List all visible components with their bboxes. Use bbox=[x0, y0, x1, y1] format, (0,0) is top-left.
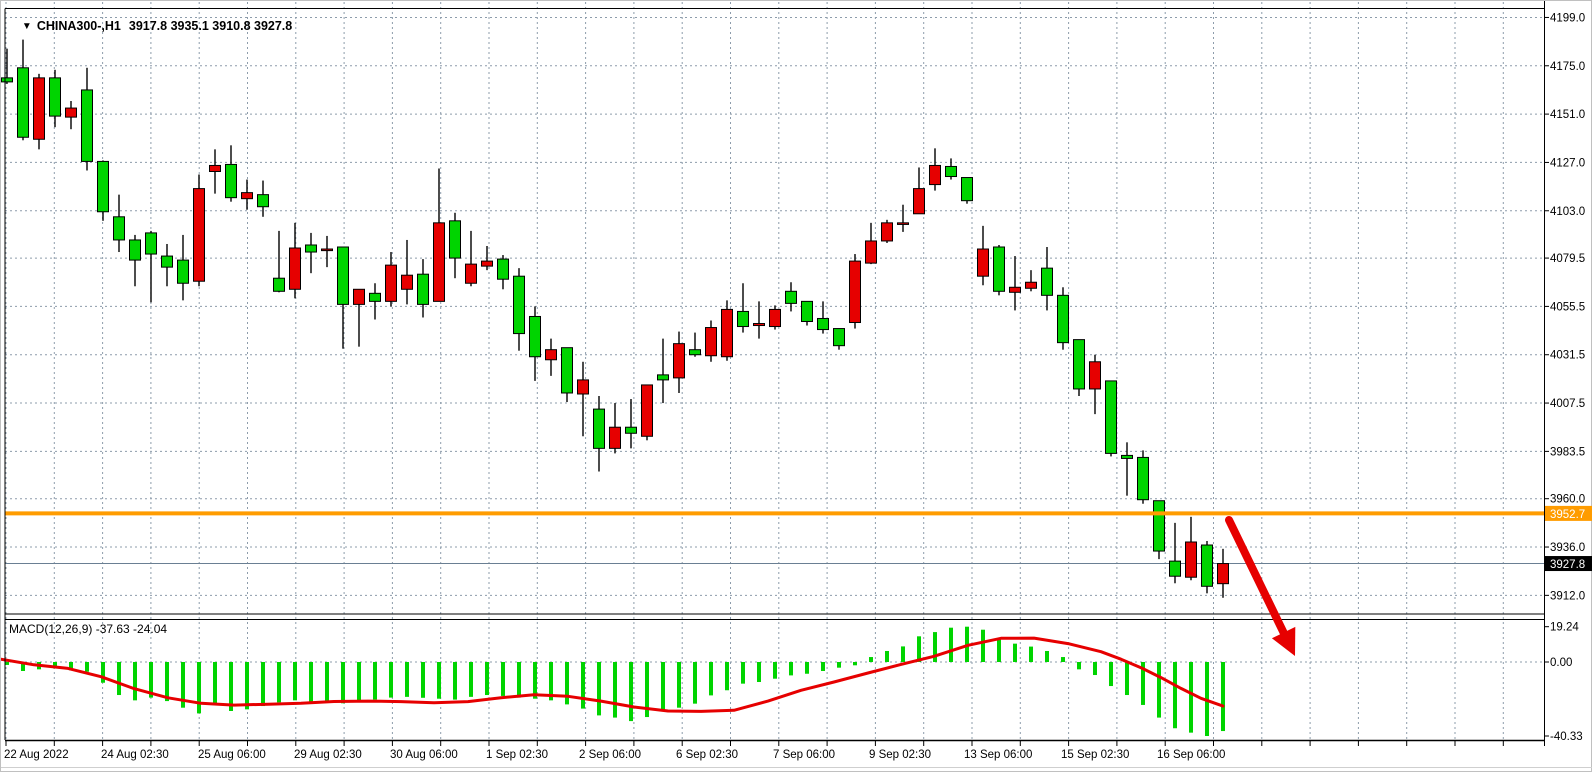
svg-text:6 Sep 02:30: 6 Sep 02:30 bbox=[676, 749, 738, 761]
chart-window: 4199.0 4175.0 4151.0 4127.0 4103.0 4079.5 4055… bbox=[0, 0, 1592, 772]
svg-text:15 Sep 02:30: 15 Sep 02:30 bbox=[1061, 749, 1129, 761]
svg-text:30 Aug 06:00: 30 Aug 06:00 bbox=[390, 749, 458, 761]
trend-arrow-annotation bbox=[1229, 520, 1295, 656]
svg-text:-40.33: -40.33 bbox=[1550, 731, 1583, 743]
current-price-tag: 3927.8 bbox=[1545, 556, 1592, 571]
chart-canvas[interactable]: 4199.0 4175.0 4151.0 4127.0 4103.0 4079.5 4055… bbox=[1, 1, 1592, 773]
svg-text:4055.5: 4055.5 bbox=[1550, 301, 1585, 313]
svg-text:4031.5: 4031.5 bbox=[1550, 350, 1585, 362]
gridlines bbox=[5, 2, 1544, 740]
svg-text:9 Sep 02:30: 9 Sep 02:30 bbox=[869, 749, 931, 761]
svg-text:3952.7: 3952.7 bbox=[1550, 509, 1585, 521]
svg-text:19.24: 19.24 bbox=[1550, 622, 1579, 634]
chart-title: ▼ CHINA300-,H1 3917.8 3935.1 3910.8 3927.8 bbox=[8, 5, 292, 47]
svg-text:4007.5: 4007.5 bbox=[1550, 398, 1585, 410]
svg-text:16 Sep 06:00: 16 Sep 06:00 bbox=[1157, 749, 1225, 761]
macd-axis: 19.24 0.00 -40.33 bbox=[1544, 622, 1583, 743]
svg-text:29 Aug 02:30: 29 Aug 02:30 bbox=[294, 749, 362, 761]
svg-text:4127.0: 4127.0 bbox=[1550, 157, 1585, 169]
svg-text:4103.0: 4103.0 bbox=[1550, 206, 1585, 218]
svg-text:4199.0: 4199.0 bbox=[1550, 12, 1585, 24]
orange-price-tag: 3952.7 bbox=[1545, 506, 1592, 521]
svg-text:4079.5: 4079.5 bbox=[1550, 253, 1585, 265]
svg-text:25 Aug 06:00: 25 Aug 06:00 bbox=[198, 749, 266, 761]
svg-text:13 Sep 06:00: 13 Sep 06:00 bbox=[964, 749, 1032, 761]
svg-text:1 Sep 02:30: 1 Sep 02:30 bbox=[486, 749, 548, 761]
time-axis: 22 Aug 2022 24 Aug 02:30 25 Aug 06:00 29 Au… bbox=[1, 741, 1592, 768]
svg-text:3927.8: 3927.8 bbox=[1550, 559, 1585, 571]
svg-text:3960.0: 3960.0 bbox=[1550, 494, 1585, 506]
svg-text:3936.0: 3936.0 bbox=[1550, 542, 1585, 554]
svg-text:7 Sep 06:00: 7 Sep 06:00 bbox=[773, 749, 835, 761]
title-ohlc-values: 3917.8 3935.1 3910.8 3927.8 bbox=[129, 19, 292, 33]
macd-indicator-label: MACD(12,26,9) -37.63 -24.04 bbox=[9, 622, 167, 636]
symbol-period-label: CHINA300-,H1 bbox=[37, 19, 121, 33]
svg-text:3912.0: 3912.0 bbox=[1550, 590, 1585, 602]
panel-borders bbox=[5, 1, 1545, 746]
svg-text:3983.5: 3983.5 bbox=[1550, 446, 1585, 458]
macd-histogram bbox=[5, 627, 1225, 736]
svg-text:4151.0: 4151.0 bbox=[1550, 109, 1585, 121]
svg-text:2 Sep 06:00: 2 Sep 06:00 bbox=[579, 749, 641, 761]
svg-text:4175.0: 4175.0 bbox=[1550, 61, 1585, 73]
symbol-dropdown-icon[interactable]: ▼ bbox=[22, 21, 32, 32]
svg-text:0.00: 0.00 bbox=[1550, 657, 1572, 669]
svg-text:22 Aug 2022: 22 Aug 2022 bbox=[4, 749, 69, 761]
svg-text:24 Aug 02:30: 24 Aug 02:30 bbox=[101, 749, 169, 761]
